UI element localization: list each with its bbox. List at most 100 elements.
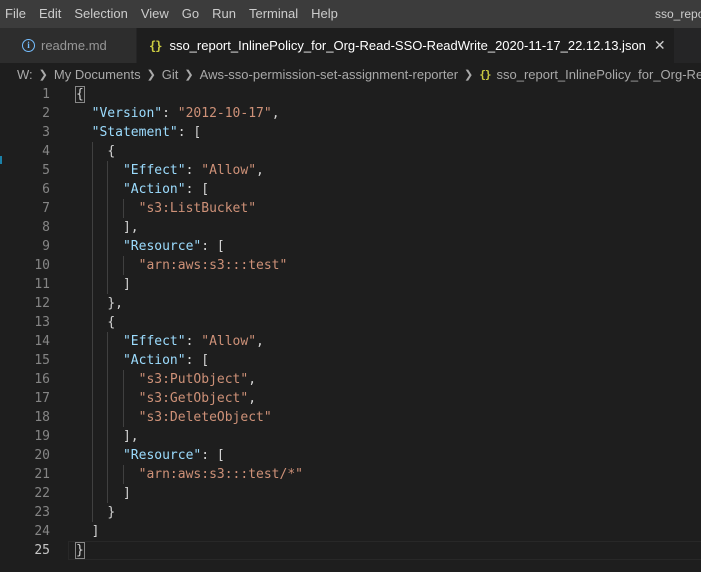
code-line[interactable]: 9 "Resource": [ (0, 237, 701, 256)
indent-guide (91, 484, 93, 503)
chevron-right-icon: ❯ (184, 68, 194, 81)
indent-guide (107, 256, 109, 275)
json-punctuation: , (271, 106, 280, 121)
menu-selection[interactable]: Selection (68, 0, 134, 28)
indent-guide (122, 465, 124, 484)
line-number: 3 (42, 125, 50, 140)
indent-guide (91, 294, 93, 313)
code-line[interactable]: 6 "Action": [ (0, 180, 701, 199)
json-punctuation: { (75, 86, 85, 103)
line-number: 24 (34, 524, 50, 539)
indent-guide (91, 313, 93, 332)
breadcrumb-git[interactable]: Git (162, 67, 179, 82)
line-number: 9 (42, 239, 50, 254)
code-text: "Action": [ (123, 351, 209, 370)
indent-guide (91, 199, 93, 218)
code-text: } (107, 503, 115, 522)
code-text: "arn:aws:s3:::test/*" (139, 465, 303, 484)
code-line[interactable]: 20 "Resource": [ (0, 446, 701, 465)
json-punctuation: : [ (185, 182, 210, 197)
indent-guide (107, 351, 109, 370)
menu-go[interactable]: Go (176, 0, 206, 28)
json-key: "Action" (122, 353, 186, 368)
code-line[interactable]: 17 "s3:GetObject", (0, 389, 701, 408)
code-line[interactable]: 14 "Effect": "Allow", (0, 332, 701, 351)
menu-terminal[interactable]: Terminal (243, 0, 305, 28)
code-line[interactable]: 18 "s3:DeleteObject" (0, 408, 701, 427)
code-text: ] (123, 275, 131, 294)
code-line[interactable]: 10 "arn:aws:s3:::test" (0, 256, 701, 275)
indent-guide (91, 218, 93, 237)
code-line[interactable]: 21 "arn:aws:s3:::test/*" (0, 465, 701, 484)
json-punctuation: : (162, 106, 178, 121)
code-text: "Action": [ (123, 180, 209, 199)
code-text: "Effect": "Allow", (123, 161, 264, 180)
breadcrumb-drive[interactable]: W: (17, 67, 33, 82)
breadcrumb-file[interactable]: sso_report_InlinePolicy_for_Org-Read-SSO… (497, 67, 701, 82)
code-line[interactable]: 11] (0, 275, 701, 294)
indent-guide (91, 237, 93, 256)
editor-tabs: i readme.md {} sso_report_InlinePolicy_f… (0, 28, 701, 63)
menu-edit[interactable]: Edit (33, 0, 68, 28)
json-punctuation: ] (91, 524, 100, 539)
json-punctuation: : [ (185, 353, 210, 368)
code-line[interactable]: 7 "s3:ListBucket" (0, 199, 701, 218)
code-line[interactable]: 22] (0, 484, 701, 503)
code-text: }, (107, 294, 123, 313)
menu-run[interactable]: Run (206, 0, 243, 28)
code-text: "s3:ListBucket" (139, 199, 256, 218)
menu-file[interactable]: File (0, 0, 33, 28)
code-line[interactable]: 13 { (0, 313, 701, 332)
menu-help[interactable]: Help (305, 0, 345, 28)
line-number: 18 (34, 410, 50, 425)
line-number: 13 (34, 315, 50, 330)
menu-view[interactable]: View (135, 0, 176, 28)
indent-guide (91, 275, 93, 294)
indent-guide (91, 256, 93, 275)
line-number: 5 (42, 163, 50, 178)
line-number: 1 (42, 87, 50, 102)
json-punctuation: { (107, 315, 116, 330)
indent-guide (91, 389, 93, 408)
code-editor[interactable]: 1{2 "Version": "2012-10-17", 3 "Statement":… (0, 85, 701, 572)
close-icon[interactable]: ✕ (654, 37, 666, 54)
json-punctuation: ], (122, 429, 139, 444)
indent-guide (122, 389, 124, 408)
indent-guide (91, 332, 93, 351)
code-text: } (75, 541, 85, 560)
indent-guide (107, 275, 109, 294)
json-key: "Resource" (122, 448, 202, 463)
current-line-highlight (68, 541, 701, 560)
code-line[interactable]: 12}, (0, 294, 701, 313)
code-line[interactable]: 1{ (0, 85, 701, 104)
code-line[interactable]: 4{ (0, 142, 701, 161)
code-line[interactable]: 25} (0, 541, 701, 560)
indent-guide (107, 199, 109, 218)
json-punctuation: } (107, 505, 116, 520)
indent-guide (107, 180, 109, 199)
code-line[interactable]: 5 "Effect": "Allow", (0, 161, 701, 180)
code-line[interactable]: 8], (0, 218, 701, 237)
tab-json-report[interactable]: {} sso_report_InlinePolicy_for_Org-Read-… (137, 28, 674, 63)
breadcrumb-repo[interactable]: Aws-sso-permission-set-assignment-report… (200, 67, 458, 82)
code-line[interactable]: 24] (0, 522, 701, 541)
line-number: 10 (34, 258, 50, 273)
indent-guide (107, 161, 109, 180)
json-string: "arn:aws:s3:::test" (138, 258, 288, 273)
breadcrumb-my-documents[interactable]: My Documents (54, 67, 141, 82)
code-text: "s3:DeleteObject" (139, 408, 272, 427)
code-line[interactable]: 2 "Version": "2012-10-17", (0, 104, 701, 123)
code-line[interactable]: 19], (0, 427, 701, 446)
code-line[interactable]: 23} (0, 503, 701, 522)
indent-guide (122, 256, 124, 275)
json-key: "Effect" (122, 334, 186, 349)
code-line[interactable]: 15 "Action": [ (0, 351, 701, 370)
indent-guide (107, 389, 109, 408)
tab-readme[interactable]: i readme.md (0, 28, 137, 63)
json-punctuation: ] (122, 277, 131, 292)
json-key: "Effect" (122, 163, 186, 178)
code-line[interactable]: 16 "s3:PutObject", (0, 370, 701, 389)
code-line[interactable]: 3 "Statement": [ (0, 123, 701, 142)
json-string: "2012-10-17" (177, 106, 272, 121)
tab-label: readme.md (41, 38, 107, 53)
